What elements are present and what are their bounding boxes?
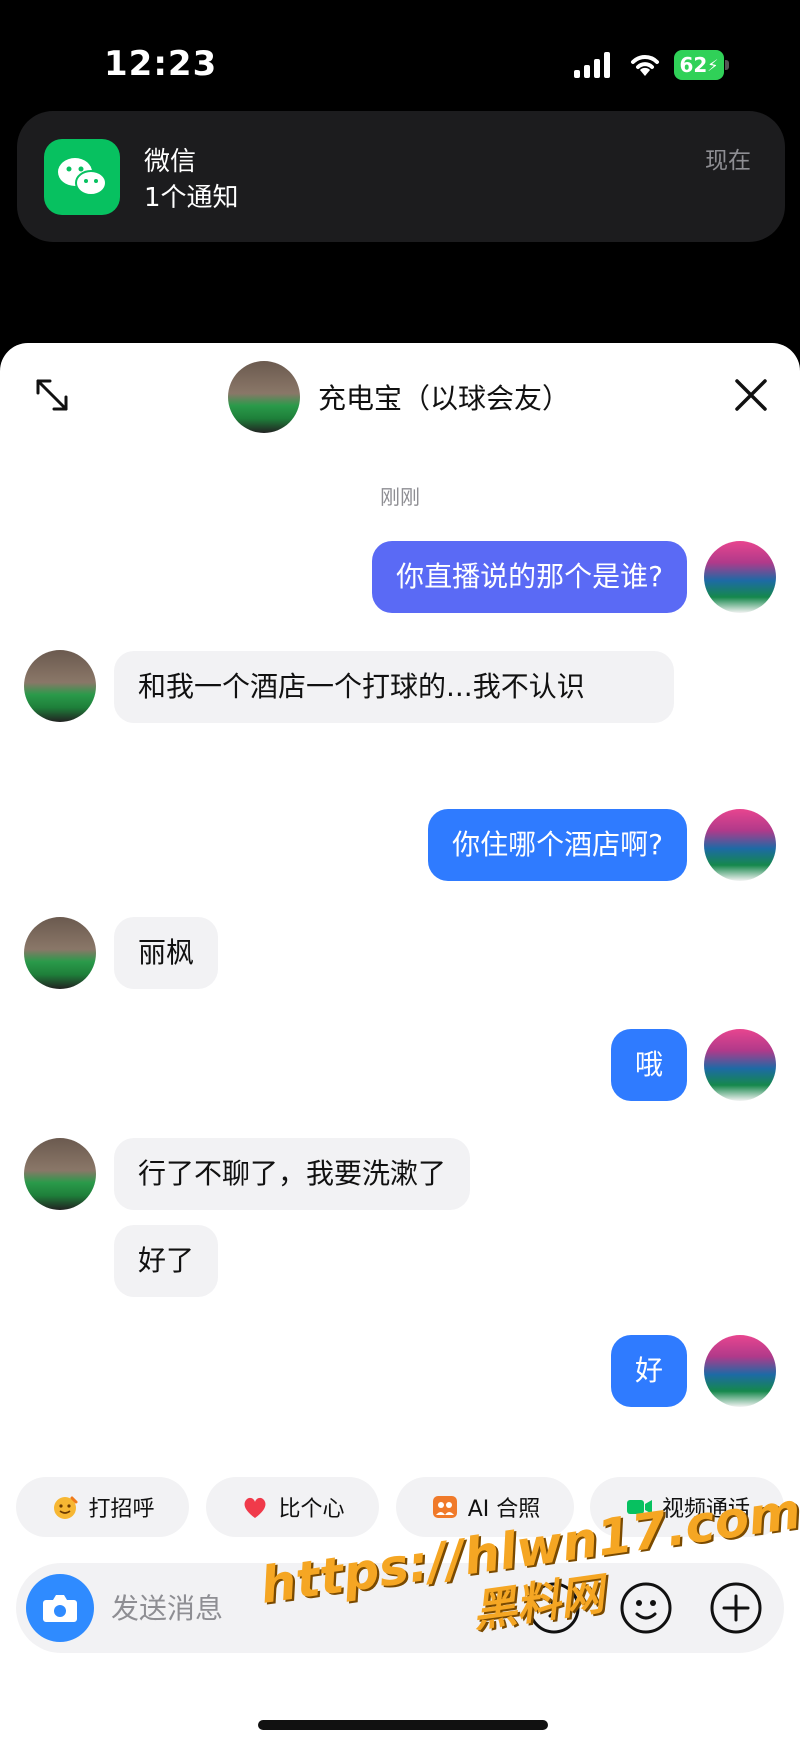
notification-time: 现在 bbox=[705, 148, 751, 174]
notification-app-name: 微信 bbox=[144, 147, 197, 177]
message-bubble-sent[interactable]: 好 bbox=[610, 1335, 687, 1407]
my-avatar[interactable] bbox=[704, 541, 776, 613]
quick-action-ai-photo[interactable]: AI 合照 bbox=[396, 1477, 574, 1537]
wave-emoji-icon bbox=[50, 1492, 80, 1522]
friend-avatar[interactable] bbox=[24, 650, 96, 722]
voice-icon[interactable] bbox=[526, 1580, 582, 1636]
battery-icon: 62 ⚡ bbox=[674, 50, 730, 80]
expand-icon[interactable] bbox=[32, 375, 72, 415]
timestamp-label: 刚刚 bbox=[380, 485, 420, 509]
friend-avatar[interactable] bbox=[24, 917, 96, 989]
heart-icon bbox=[240, 1492, 270, 1522]
video-call-icon bbox=[624, 1492, 654, 1522]
wechat-app-icon bbox=[44, 139, 120, 215]
quick-action-label: 打招呼 bbox=[88, 1497, 155, 1522]
quick-action-wave[interactable]: 打招呼 bbox=[16, 1477, 189, 1537]
camera-icon bbox=[43, 1595, 77, 1622]
quick-action-heart[interactable]: 比个心 bbox=[206, 1477, 379, 1537]
my-avatar[interactable] bbox=[704, 1029, 776, 1101]
my-avatar[interactable] bbox=[704, 1335, 776, 1407]
friend-avatar[interactable] bbox=[24, 1138, 96, 1210]
emoji-icon[interactable] bbox=[618, 1580, 674, 1636]
notification-body: 1个通知 bbox=[144, 183, 239, 213]
battery-level: 62 bbox=[679, 53, 708, 77]
message-input-bar bbox=[16, 1563, 784, 1653]
plus-icon[interactable] bbox=[708, 1580, 764, 1636]
message-bubble-received[interactable]: 丽枫 bbox=[114, 917, 219, 989]
quick-action-video-call[interactable]: 视频通话 bbox=[590, 1477, 784, 1537]
home-indicator bbox=[258, 1720, 548, 1730]
chat-avatar[interactable] bbox=[228, 361, 300, 433]
quick-action-label: AI 合照 bbox=[467, 1497, 541, 1522]
notification-banner[interactable]: 微信 1个通知 现在 bbox=[17, 111, 785, 242]
quick-action-label: 比个心 bbox=[278, 1497, 345, 1522]
message-bubble-received[interactable]: 和我一个酒店一个打球的...我不认识 bbox=[114, 651, 674, 723]
wifi-icon bbox=[631, 55, 659, 76]
my-avatar[interactable] bbox=[704, 809, 776, 881]
chat-sheet: 充电宝（以球会友） 刚刚 你直播说的那个是谁? 和我一个酒店一个打球的...我不… bbox=[0, 343, 800, 1741]
message-bubble-sent[interactable]: 哦 bbox=[610, 1029, 687, 1101]
close-icon[interactable] bbox=[732, 376, 770, 414]
quick-action-label: 视频通话 bbox=[661, 1497, 750, 1522]
ai-photo-icon bbox=[430, 1492, 460, 1522]
chat-header: 充电宝（以球会友） bbox=[0, 343, 800, 443]
chat-title: 充电宝（以球会友） bbox=[318, 382, 571, 415]
message-bubble-received[interactable]: 好了 bbox=[114, 1225, 219, 1297]
camera-button[interactable] bbox=[26, 1574, 94, 1642]
message-bubble-received[interactable]: 行了不聊了，我要洗漱了 bbox=[114, 1138, 471, 1210]
status-bar: 12:23 62 ⚡ bbox=[0, 0, 800, 120]
message-bubble-sent[interactable]: 你住哪个酒店啊? bbox=[428, 809, 687, 881]
cellular-signal-icon bbox=[574, 52, 612, 78]
status-time: 12:23 bbox=[104, 44, 218, 84]
message-bubble-sent[interactable]: 你直播说的那个是谁? bbox=[372, 541, 687, 613]
message-input[interactable] bbox=[111, 1585, 491, 1631]
